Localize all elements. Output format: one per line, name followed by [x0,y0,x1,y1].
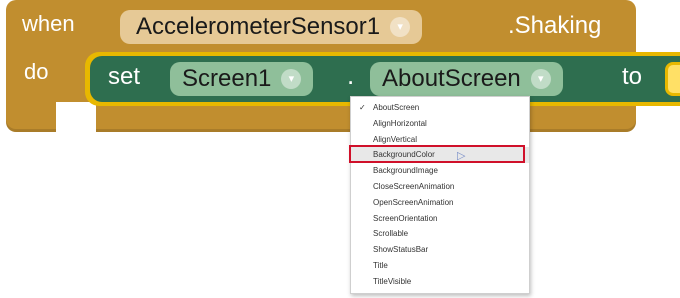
menu-item-label: ScreenOrientation [373,213,438,223]
menu-item-titlevisible[interactable]: TitleVisible [351,274,529,290]
when-keyword: when [22,11,75,36]
checkmark-icon: ✓ [359,103,366,112]
menu-item-showstatusbar[interactable]: ShowStatusBar [351,242,529,258]
screen-dropdown-label: Screen1 [182,65,272,92]
menu-item-label: Title [373,260,388,270]
menu-item-label: TitleVisible [373,276,412,286]
menu-item-label: AlignVertical [373,134,418,144]
do-keyword: do [24,59,49,84]
value-socket[interactable] [665,62,680,96]
menu-item-alignhorizontal[interactable]: AlignHorizontal [351,116,529,132]
menu-item-scrollable[interactable]: Scrollable [351,226,529,242]
chevron-down-icon: ▾ [530,69,551,89]
chevron-down-icon: ▾ [390,17,411,37]
component-dropdown-label: AccelerometerSensor1 [136,13,381,40]
dot-separator: . [347,60,355,90]
menu-item-aboutscreen[interactable]: ✓ AboutScreen [351,100,529,116]
block-notch [56,102,96,132]
set-keyword: set [108,63,141,90]
screen-dropdown[interactable]: Screen1 ▾ [170,62,314,96]
menu-item-backgroundcolor[interactable]: BackgroundColor ▷ [349,145,529,164]
menu-item-closescreenanimation[interactable]: CloseScreenAnimation [351,179,529,195]
menu-item-label: OpenScreenAnimation [373,197,454,207]
menu-item-label: BackgroundColor [373,150,435,160]
component-dropdown[interactable]: AccelerometerSensor1 ▾ [120,10,423,44]
menu-item-label: BackgroundImage [373,166,438,176]
menu-item-openscreenanimation[interactable]: OpenScreenAnimation [351,195,529,211]
menu-item-label: ShowStatusBar [373,245,429,255]
menu-item-title[interactable]: Title [351,258,529,274]
menu-item-label: Scrollable [373,229,409,239]
menu-item-screenorientation[interactable]: ScreenOrientation [351,211,529,227]
event-name: .Shaking [508,12,602,39]
menu-item-label: AlignHorizontal [373,118,427,128]
menu-item-label: CloseScreenAnimation [373,181,455,191]
property-dropdown-menu: ✓ AboutScreen AlignHorizontal AlignVerti… [349,96,530,294]
property-dropdown-label: AboutScreen [382,65,521,92]
chevron-down-icon: ▾ [281,69,302,89]
menu-item-label: AboutScreen [373,103,420,112]
to-keyword: to [622,63,643,90]
property-dropdown[interactable]: AboutScreen ▾ [370,62,563,96]
menu-item-backgroundimage[interactable]: BackgroundImage [351,163,529,179]
